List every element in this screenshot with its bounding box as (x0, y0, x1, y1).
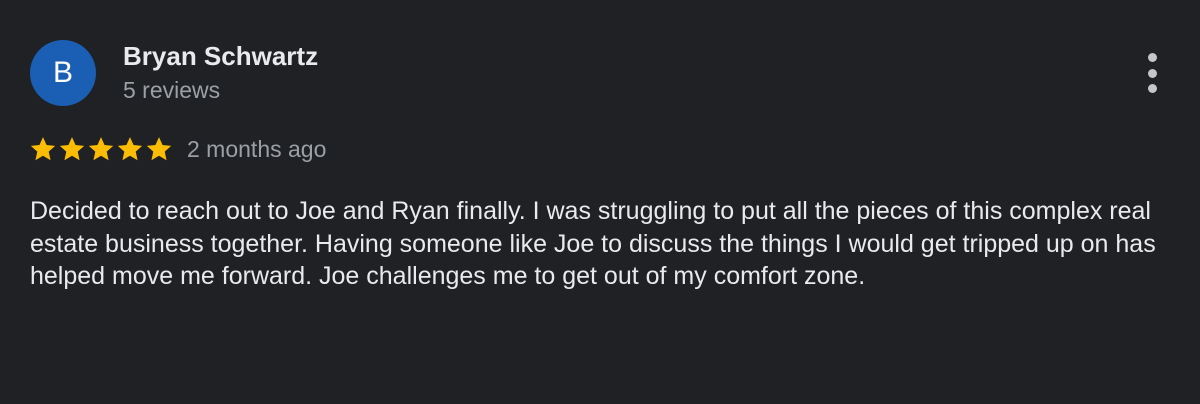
star-icon (88, 137, 114, 161)
author-name[interactable]: Bryan Schwartz (123, 41, 318, 72)
star-icon (30, 137, 56, 161)
more-vert-icon-dot (1147, 84, 1157, 93)
more-options-button[interactable] (1136, 52, 1168, 94)
star-icon (117, 137, 143, 161)
review-card: B Bryan Schwartz 5 reviews 2 months ago … (0, 0, 1200, 404)
avatar[interactable]: B (30, 40, 96, 106)
star-icon (146, 137, 172, 161)
more-vert-icon-dot (1147, 53, 1157, 62)
more-vert-icon-dot (1147, 68, 1157, 78)
star-icon (59, 137, 85, 161)
review-text: Decided to reach out to Joe and Ryan fin… (30, 197, 1156, 290)
star-rating (29, 135, 173, 163)
review-count[interactable]: 5 reviews (123, 77, 220, 104)
avatar-initial: B (52, 56, 73, 89)
review-time: 2 months ago (187, 135, 327, 162)
rating-row: 2 months ago (29, 132, 326, 166)
